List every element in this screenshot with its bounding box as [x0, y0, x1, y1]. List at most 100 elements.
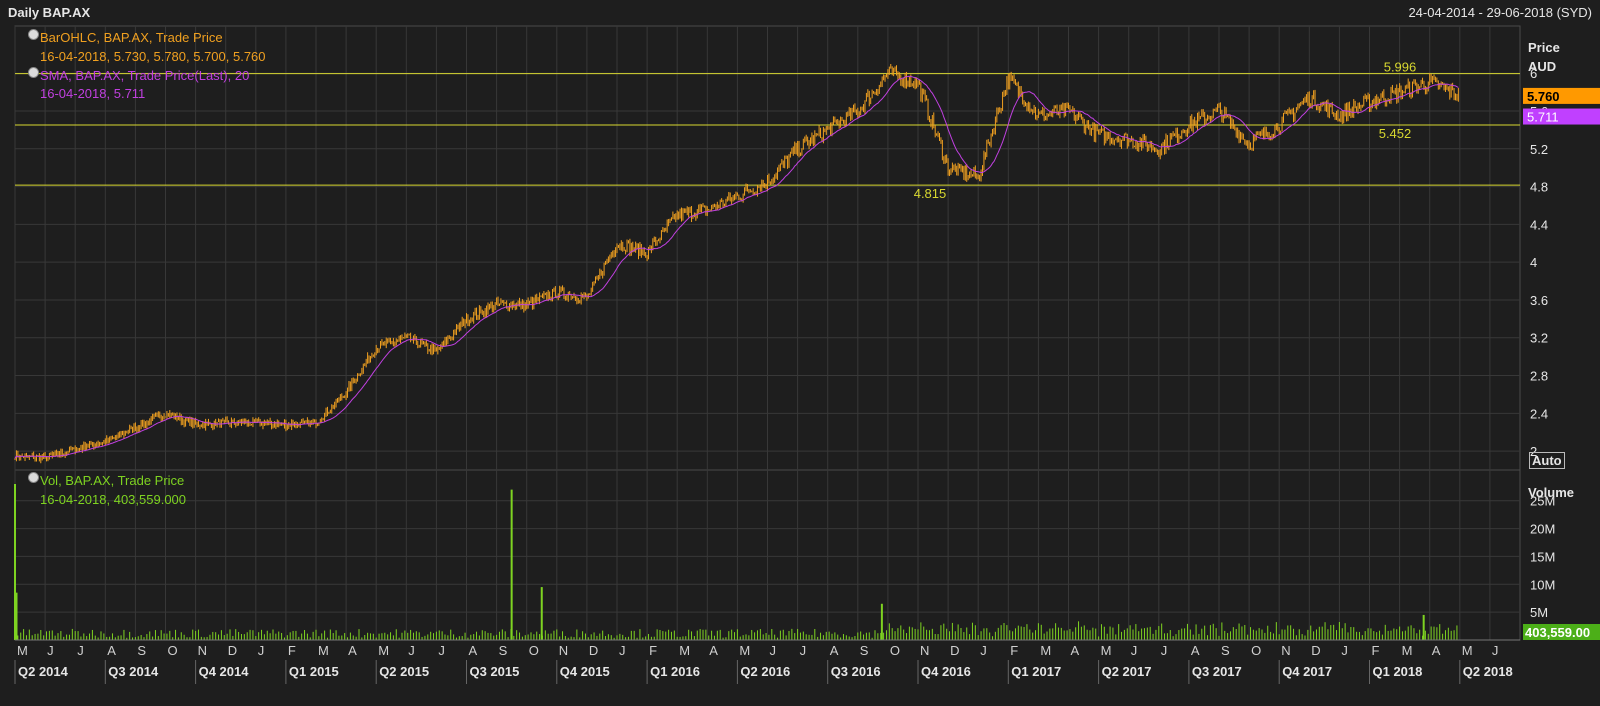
month-tick-label: A	[348, 643, 357, 658]
month-tick-label: J	[77, 643, 84, 658]
quarter-tick-label: Q1 2016	[650, 664, 700, 679]
month-tick-label: J	[1161, 643, 1168, 658]
auto-scale-button[interactable]: Auto	[1529, 452, 1565, 469]
quarter-tick-label: Q3 2017	[1192, 664, 1242, 679]
month-tick-label: N	[198, 643, 207, 658]
month-tick-label: A	[107, 643, 116, 658]
month-tick-label: J	[980, 643, 987, 658]
month-tick-label: M	[679, 643, 690, 658]
price-tick-label: 3.2	[1530, 331, 1548, 346]
month-tick-label: D	[589, 643, 598, 658]
sma-value-tag-label: 5.711	[1527, 110, 1559, 125]
month-tick-label: N	[1281, 643, 1290, 658]
quarter-tick-label: Q2 2017	[1102, 664, 1152, 679]
quarter-tick-label: Q2 2014	[18, 664, 69, 679]
month-tick-label: M	[1462, 643, 1473, 658]
price-tick-label: 4	[1530, 255, 1537, 270]
quarter-tick-label: Q2 2016	[740, 664, 790, 679]
quarter-tick-label: Q3 2015	[470, 664, 520, 679]
month-tick-label: D	[1311, 643, 1320, 658]
quarter-tick-label: Q1 2018	[1373, 664, 1423, 679]
quarter-tick-label: Q3 2014	[108, 664, 159, 679]
month-tick-label: A	[1432, 643, 1441, 658]
month-tick-label: D	[228, 643, 237, 658]
month-tick-label: J	[619, 643, 626, 658]
sma-legend-name: SMA, BAP.AX, Trade Price(Last), 20	[40, 68, 250, 83]
month-tick-label: F	[1372, 643, 1380, 658]
month-tick-label: M	[378, 643, 389, 658]
last-price-tag-label: 5.760	[1527, 89, 1560, 104]
month-tick-label: M	[1101, 643, 1112, 658]
month-tick-label: O	[529, 643, 539, 658]
month-tick-label: S	[1221, 643, 1230, 658]
month-tick-label: O	[890, 643, 900, 658]
month-tick-label: S	[860, 643, 869, 658]
month-tick-label: J	[1131, 643, 1138, 658]
month-tick-label: J	[258, 643, 265, 658]
month-tick-label: O	[168, 643, 178, 658]
month-tick-label: N	[559, 643, 568, 658]
vol-legend-name: Vol, BAP.AX, Trade Price	[40, 473, 185, 488]
quarter-tick-label: Q4 2017	[1282, 664, 1332, 679]
chart-canvas[interactable]: M J J A S O N D J F M A M J J A S O N D J F M A M J J A S O N D J F M A M J J A…	[0, 0, 1600, 706]
month-tick-label: A	[709, 643, 718, 658]
month-tick-label: F	[288, 643, 296, 658]
quarter-tick-label: Q3 2016	[831, 664, 881, 679]
month-tick-label: M	[1040, 643, 1051, 658]
month-tick-label: S	[137, 643, 146, 658]
chart-window: Daily BAP.AX 24-04-2014 - 29-06-2018 (SY…	[0, 0, 1600, 706]
ohlc-legend-name: BarOHLC, BAP.AX, Trade Price	[40, 30, 223, 45]
quarter-tick-label: Q4 2014	[199, 664, 250, 679]
quarter-tick-label: Q2 2015	[379, 664, 429, 679]
quarter-tick-label: Q2 2018	[1463, 664, 1513, 679]
price-tick-label: 2.4	[1530, 406, 1548, 421]
month-tick-label: A	[1191, 643, 1200, 658]
price-tick-label: 2.8	[1530, 369, 1548, 384]
horizontal-level-label: 5.452	[1379, 126, 1412, 141]
volume-tick-label: 10M	[1530, 577, 1555, 592]
month-tick-label: J	[1492, 643, 1499, 658]
quarter-tick-label: Q4 2015	[560, 664, 610, 679]
price-axis-unit: AUD	[1528, 59, 1557, 74]
ohlc-legend-icon[interactable]	[28, 29, 39, 40]
month-tick-label: N	[920, 643, 929, 658]
volume-tick-label: 15M	[1530, 549, 1555, 564]
month-tick-label: F	[1010, 643, 1018, 658]
quarter-tick-label: Q1 2015	[289, 664, 339, 679]
month-tick-label: A	[1071, 643, 1080, 658]
volume-axis-title: Volume	[1528, 485, 1574, 500]
price-tick-label: 3.6	[1530, 293, 1548, 308]
sma-legend-values: 16-04-2018, 5.711	[40, 86, 146, 101]
ohlc-legend-values: 16-04-2018, 5.730, 5.780, 5.700, 5.760	[40, 49, 266, 64]
volume-tick-label: 5M	[1530, 605, 1548, 620]
month-tick-label: F	[649, 643, 657, 658]
horizontal-level-label: 5.996	[1384, 60, 1417, 75]
month-tick-label: D	[950, 643, 959, 658]
price-tick-label: 5.2	[1530, 142, 1548, 157]
month-tick-label: J	[408, 643, 415, 658]
price-axis-title: Price	[1528, 40, 1560, 55]
price-tick-label: 4.4	[1530, 217, 1548, 232]
volume-tick-label: 20M	[1530, 522, 1555, 537]
month-tick-label: O	[1251, 643, 1261, 658]
month-tick-label: A	[830, 643, 839, 658]
horizontal-level-label: 4.815	[914, 186, 947, 201]
last-volume-tag-label: 403,559.00	[1525, 625, 1590, 640]
sma-legend-icon[interactable]	[28, 67, 39, 78]
month-tick-label: A	[469, 643, 478, 658]
month-tick-label: M	[318, 643, 329, 658]
month-tick-label: S	[499, 643, 508, 658]
price-tick-label: 4.8	[1530, 180, 1548, 195]
month-tick-label: J	[1341, 643, 1348, 658]
month-tick-label: J	[770, 643, 777, 658]
month-tick-label: M	[739, 643, 750, 658]
month-tick-label: M	[17, 643, 28, 658]
month-tick-label: J	[47, 643, 54, 658]
vol-legend-values: 16-04-2018, 403,559.000	[40, 492, 187, 507]
quarter-tick-label: Q1 2017	[1011, 664, 1061, 679]
quarter-tick-label: Q4 2016	[921, 664, 971, 679]
month-tick-label: M	[1402, 643, 1413, 658]
vol-legend-icon[interactable]	[28, 472, 39, 483]
month-tick-label: J	[438, 643, 445, 658]
month-tick-label: J	[800, 643, 807, 658]
